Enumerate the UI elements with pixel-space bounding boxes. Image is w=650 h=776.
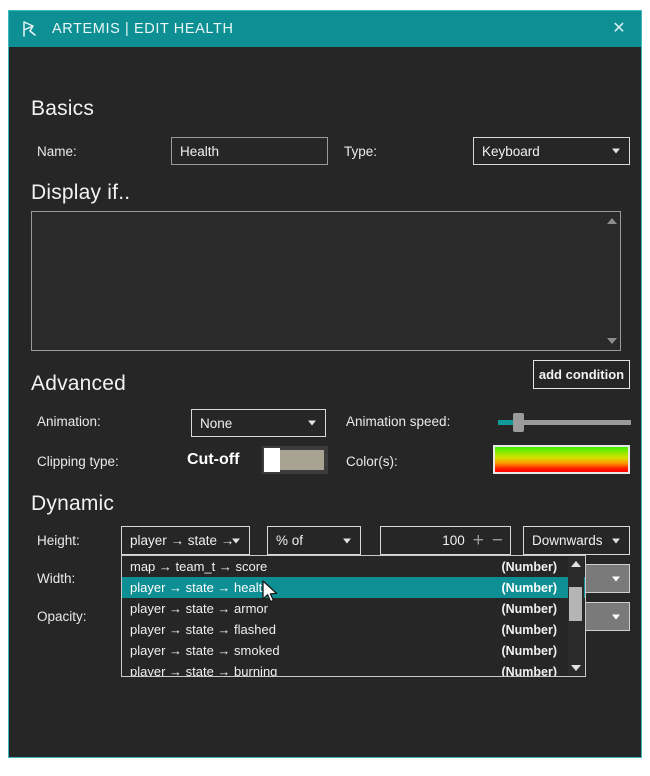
color-gradient-swatch[interactable] bbox=[493, 445, 630, 474]
advanced-heading: Advanced bbox=[31, 372, 127, 395]
chevron-down-icon[interactable] bbox=[571, 665, 581, 671]
chevron-down-icon bbox=[343, 538, 351, 543]
list-item-label: player → state → burning bbox=[130, 664, 278, 677]
add-condition-button[interactable]: add condition bbox=[533, 360, 630, 389]
title-bar: ARTEMIS | EDIT HEALTH ✕ bbox=[9, 11, 641, 47]
chevron-down-icon[interactable] bbox=[607, 338, 617, 344]
chevron-up-icon[interactable] bbox=[607, 218, 617, 224]
plus-icon[interactable]: + bbox=[473, 531, 484, 550]
name-input[interactable]: Health bbox=[171, 137, 328, 165]
animation-speed-slider[interactable] bbox=[498, 413, 631, 432]
toggle-track bbox=[280, 448, 326, 472]
toggle-knob bbox=[264, 448, 280, 472]
type-label: Type: bbox=[344, 144, 378, 159]
dynamic-heading: Dynamic bbox=[31, 492, 115, 515]
list-item-label: player → state → smoked bbox=[130, 643, 280, 658]
chevron-up-icon[interactable] bbox=[571, 561, 581, 567]
basics-heading: Basics bbox=[31, 97, 95, 120]
name-input-value: Health bbox=[180, 143, 220, 159]
scrollbar-thumb[interactable] bbox=[569, 587, 582, 621]
display-if-scrollbar[interactable] bbox=[604, 212, 620, 350]
list-item[interactable]: player → state → smoked (Number) bbox=[122, 640, 585, 661]
list-item-type: (Number) bbox=[501, 622, 557, 637]
list-item-label: map → team_t → score bbox=[130, 559, 268, 574]
type-dropdown-value: Keyboard bbox=[482, 143, 540, 159]
list-item-type: (Number) bbox=[501, 580, 557, 595]
height-source-value: player → state → bbox=[130, 533, 235, 548]
clipping-type-value: Cut-off bbox=[187, 451, 240, 468]
animation-label: Animation: bbox=[37, 414, 101, 429]
list-item[interactable]: player → state → flashed (Number) bbox=[122, 619, 585, 640]
list-item-label: player → state → health bbox=[130, 580, 270, 595]
height-source-dropdown[interactable]: player → state → bbox=[121, 526, 250, 555]
chevron-down-icon bbox=[612, 148, 620, 154]
clipping-type-label: Clipping type: bbox=[37, 454, 119, 469]
list-item-label: player → state → flashed bbox=[130, 622, 276, 637]
name-label: Name: bbox=[37, 144, 77, 159]
chevron-down-icon bbox=[232, 538, 240, 543]
colors-label: Color(s): bbox=[346, 454, 398, 469]
list-item-label: player → state → armor bbox=[130, 601, 268, 616]
list-item-selected[interactable]: player → state → health (Number) bbox=[122, 577, 585, 598]
artemis-logo-icon bbox=[19, 18, 41, 40]
height-mode-value: % of bbox=[276, 533, 304, 548]
height-source-dropdown-list[interactable]: map → team_t → score (Number) player → s… bbox=[121, 555, 586, 677]
display-if-heading: Display if.. bbox=[31, 181, 131, 204]
list-item[interactable]: player → state → armor (Number) bbox=[122, 598, 585, 619]
slider-thumb[interactable] bbox=[513, 413, 524, 432]
dropdown-scrollbar[interactable] bbox=[568, 557, 584, 675]
animation-speed-label: Animation speed: bbox=[346, 414, 451, 429]
edit-health-window: ARTEMIS | EDIT HEALTH ✕ Basics Name: Hea… bbox=[8, 10, 642, 758]
chevron-down-icon bbox=[612, 576, 620, 581]
slider-track bbox=[515, 420, 631, 425]
height-amount-value: 100 bbox=[442, 533, 465, 548]
height-direction-value: Downwards bbox=[532, 533, 603, 548]
window-title: ARTEMIS | EDIT HEALTH bbox=[52, 21, 234, 37]
dialog-body: Basics Name: Health Type: Keyboard Displ… bbox=[9, 47, 641, 757]
minus-icon[interactable]: − bbox=[492, 531, 503, 550]
height-amount-input[interactable]: 100 + − bbox=[380, 526, 511, 555]
list-item-type: (Number) bbox=[501, 559, 557, 574]
display-if-condition-textarea[interactable] bbox=[31, 211, 621, 351]
height-mode-dropdown[interactable]: % of bbox=[267, 526, 361, 555]
list-item-type: (Number) bbox=[501, 643, 557, 658]
chevron-down-icon bbox=[308, 420, 316, 426]
width-label: Width: bbox=[37, 571, 76, 586]
list-item[interactable]: player → state → burning (Number) bbox=[122, 661, 585, 677]
clipping-type-toggle[interactable] bbox=[262, 446, 328, 474]
close-icon[interactable]: ✕ bbox=[597, 11, 641, 47]
animation-dropdown[interactable]: None bbox=[191, 409, 326, 437]
height-label: Height: bbox=[37, 533, 80, 548]
chevron-down-icon bbox=[612, 538, 620, 543]
chevron-down-icon bbox=[612, 614, 620, 619]
list-item-type: (Number) bbox=[501, 601, 557, 616]
list-item[interactable]: map → team_t → score (Number) bbox=[122, 556, 585, 577]
animation-dropdown-value: None bbox=[200, 415, 233, 431]
opacity-label: Opacity: bbox=[37, 609, 87, 624]
height-direction-dropdown[interactable]: Downwards bbox=[523, 526, 630, 555]
type-dropdown[interactable]: Keyboard bbox=[473, 137, 630, 165]
list-item-type: (Number) bbox=[501, 664, 557, 677]
